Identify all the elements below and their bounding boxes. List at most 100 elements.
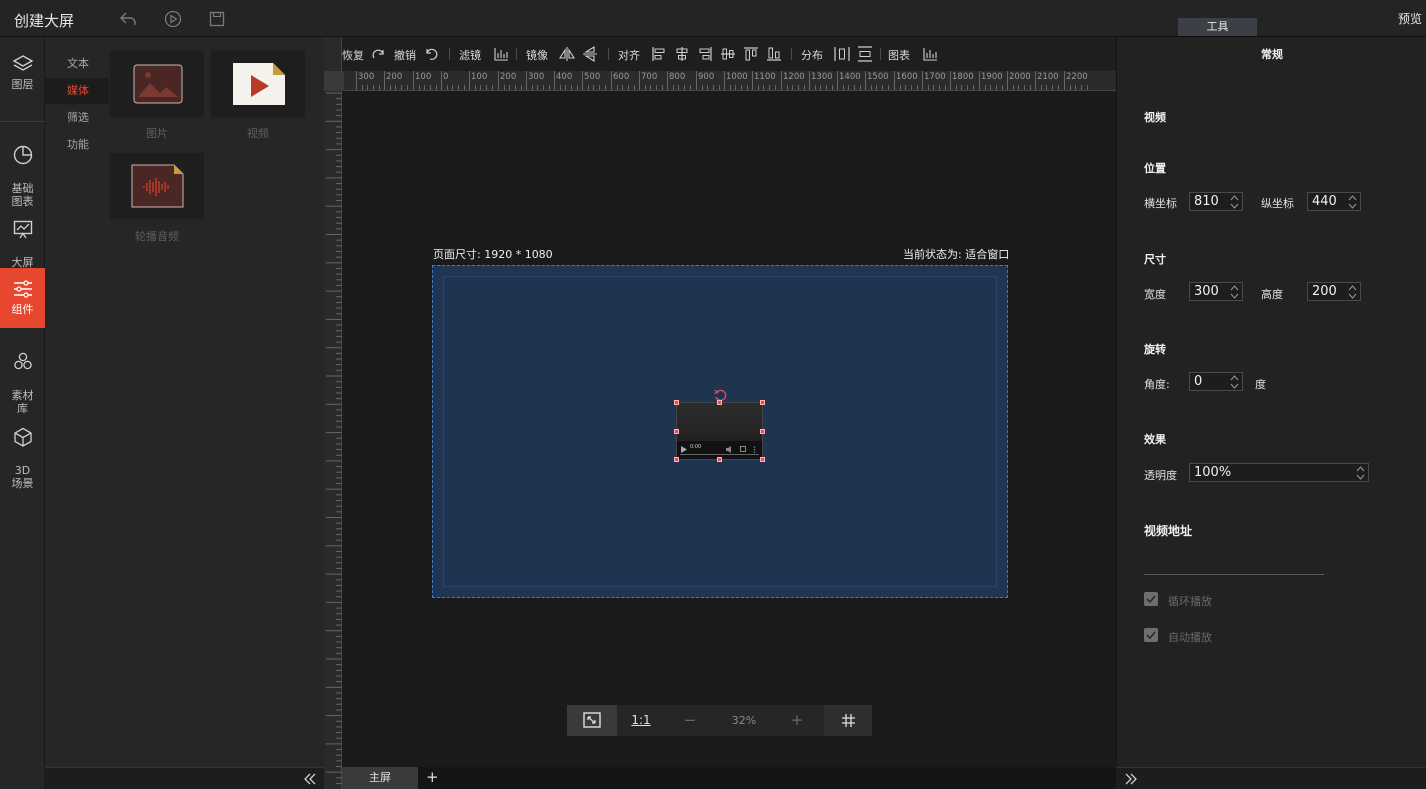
back-icon[interactable]	[118, 9, 138, 29]
height-input[interactable]: 200	[1307, 282, 1361, 301]
ruler-label: 1500	[867, 72, 889, 82]
video-component[interactable]: 0:00	[676, 402, 763, 460]
grid-toggle-button[interactable]	[824, 705, 872, 736]
filter-chart-icon[interactable]	[493, 46, 509, 62]
subtab-function[interactable]: 功能	[45, 132, 109, 158]
asset-label-image: 图片	[146, 127, 168, 140]
ruler-label: 800	[669, 72, 686, 82]
distribute-h-icon[interactable]	[834, 46, 850, 62]
nav-item-3d-scene[interactable]: 3D 场景	[0, 413, 45, 490]
video-more-icon[interactable]	[753, 446, 756, 453]
preview-button[interactable]: 预览	[1398, 10, 1422, 27]
redo-button[interactable]: 恢复	[342, 47, 364, 63]
align-button[interactable]: 对齐	[618, 47, 640, 63]
resize-handle-w[interactable]	[674, 429, 679, 434]
subtab-text[interactable]: 文本	[45, 51, 109, 77]
zoom-1-1-button[interactable]: 1:1	[622, 705, 660, 736]
video-volume-icon[interactable]	[726, 446, 733, 453]
align-top-icon[interactable]	[743, 46, 759, 62]
fit-window-button[interactable]	[567, 705, 617, 736]
width-input[interactable]: 300	[1189, 282, 1243, 301]
ruler-label: 2000	[1009, 72, 1031, 82]
resize-handle-se[interactable]	[760, 457, 765, 462]
ruler-label: 1000	[726, 72, 748, 82]
collapse-left-icon[interactable]	[303, 772, 317, 786]
nav-item-layers[interactable]: 图层	[0, 53, 45, 99]
flip-vertical-icon[interactable]	[582, 46, 598, 62]
align-center-h-icon[interactable]	[674, 46, 690, 62]
save-icon[interactable]	[207, 9, 227, 29]
filter-button[interactable]: 滤镜	[459, 47, 481, 63]
ruler-label: 900	[698, 72, 715, 82]
tab-general[interactable]: 常规	[1117, 37, 1426, 73]
spinner-icon[interactable]	[1348, 284, 1357, 300]
add-page-button[interactable]: +	[426, 767, 439, 789]
x-input[interactable]: 810	[1189, 192, 1243, 211]
spinner-icon[interactable]	[1230, 374, 1239, 390]
align-bottom-icon[interactable]	[766, 46, 782, 62]
resize-handle-n[interactable]	[717, 400, 722, 405]
tab-tools[interactable]: 工具	[1178, 18, 1257, 36]
opacity-input[interactable]: 100%	[1189, 463, 1369, 482]
play-icon[interactable]	[163, 9, 183, 29]
properties-panel: 常规 视频 位置 横坐标 810 纵坐标 440 尺寸 宽度 300 高度 20…	[1116, 37, 1426, 767]
grid-icon	[841, 714, 855, 727]
toolbar-divider	[880, 48, 881, 60]
asset-audio[interactable]	[110, 153, 204, 219]
opacity-label: 透明度	[1144, 469, 1177, 482]
zoom-bar: 1:1 − 32% +	[567, 705, 872, 736]
layers-icon	[12, 55, 33, 71]
resize-handle-ne[interactable]	[760, 400, 765, 405]
nav-item-materials[interactable]: 素材 库	[0, 338, 45, 415]
spinner-icon[interactable]	[1356, 465, 1365, 481]
nav-item-components[interactable]: 组件	[0, 268, 45, 328]
zoom-in-button[interactable]: +	[775, 705, 819, 736]
asset-image[interactable]	[110, 51, 204, 117]
zoom-out-button[interactable]: −	[667, 705, 713, 736]
distribute-button[interactable]: 分布	[801, 47, 823, 63]
ruler-corner	[324, 71, 344, 91]
chart-button[interactable]: 图表	[888, 47, 910, 63]
loop-checkbox[interactable]	[1144, 592, 1158, 606]
video-url-input[interactable]	[1144, 574, 1324, 575]
chart-icon[interactable]	[922, 46, 938, 62]
toolbar-divider	[449, 48, 450, 60]
ruler-label: 2100	[1037, 72, 1059, 82]
audio-icon	[131, 164, 184, 208]
resize-handle-e[interactable]	[760, 429, 765, 434]
resize-handle-nw[interactable]	[674, 400, 679, 405]
ruler-label: 600	[613, 72, 630, 82]
subtab-filter[interactable]: 筛选	[45, 105, 109, 131]
nav-item-screen-charts[interactable]: 大屏 图表	[0, 205, 45, 282]
spinner-icon[interactable]	[1230, 194, 1239, 210]
nav-item-basic-charts[interactable]: 基础 图表	[0, 131, 45, 208]
ruler-label: 200	[500, 72, 517, 82]
page-tab-main[interactable]: 主屏	[342, 767, 418, 789]
align-left-icon[interactable]	[651, 46, 667, 62]
video-progress-track[interactable]	[680, 454, 759, 455]
rotate-heading: 旋转	[1144, 343, 1166, 356]
asset-video[interactable]	[211, 51, 305, 117]
align-right-icon[interactable]	[697, 46, 713, 62]
undo-button[interactable]: 撤销	[394, 47, 416, 63]
edit-toolbar: 恢复 撤销 滤镜 镜像 对齐 分布 图表	[342, 37, 1116, 71]
angle-input[interactable]: 0	[1189, 372, 1243, 391]
collapse-right-icon[interactable]	[1124, 772, 1138, 786]
distribute-v-icon[interactable]	[857, 46, 873, 62]
spinner-icon[interactable]	[1230, 284, 1239, 300]
flip-horizontal-icon[interactable]	[559, 46, 575, 62]
y-input[interactable]: 440	[1307, 192, 1361, 211]
ruler-label: 300	[528, 72, 545, 82]
subtab-media[interactable]: 媒体	[45, 78, 109, 104]
redo-icon[interactable]	[371, 46, 387, 62]
mirror-button[interactable]: 镜像	[526, 47, 548, 63]
align-center-v-icon[interactable]	[720, 46, 736, 62]
angle-label: 角度:	[1144, 378, 1170, 391]
undo-icon[interactable]	[423, 46, 439, 62]
resize-handle-s[interactable]	[717, 457, 722, 462]
autoplay-checkbox[interactable]	[1144, 628, 1158, 642]
video-fullscreen-icon[interactable]	[740, 446, 746, 452]
resize-handle-sw[interactable]	[674, 457, 679, 462]
video-play-icon[interactable]	[681, 446, 687, 453]
spinner-icon[interactable]	[1348, 194, 1357, 210]
